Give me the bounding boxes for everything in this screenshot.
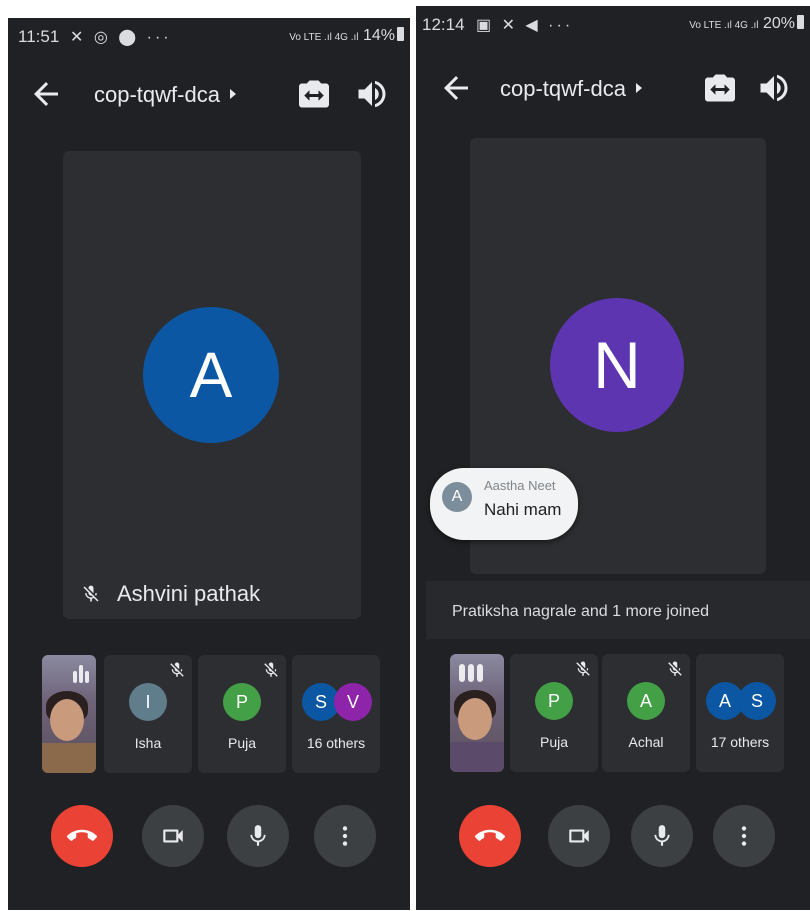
notification-icons: ✕ ◎ ⬤ ··· xyxy=(70,29,172,46)
meeting-code: cop-tqwf-dca xyxy=(94,82,220,107)
audio-level-icon xyxy=(73,665,89,683)
participant-avatar: V xyxy=(334,683,372,721)
self-video-body xyxy=(42,743,96,773)
status-bar: 11:51 ✕ ◎ ⬤ ··· Vo LTE .ıl 4G .ıl 14% xyxy=(8,18,410,58)
back-arrow-icon[interactable] xyxy=(28,76,64,112)
participant-tile[interactable]: I Isha xyxy=(104,655,192,773)
meeting-code: cop-tqwf-dca xyxy=(500,76,626,101)
others-count: 16 others xyxy=(306,735,366,751)
join-notification: Pratiksha nagrale and 1 more joined xyxy=(426,581,810,639)
mic-off-icon xyxy=(264,662,278,677)
battery-level: 14% xyxy=(362,27,395,44)
battery-icon xyxy=(797,15,804,29)
participant-avatar: S xyxy=(738,682,776,720)
self-video-body xyxy=(450,742,504,772)
participant-avatar: P xyxy=(535,682,573,720)
participant-tile[interactable]: A Achal xyxy=(602,654,690,772)
avatar-initial: N xyxy=(593,328,641,402)
participant-tile[interactable]: P Puja xyxy=(510,654,598,772)
battery-level: 20% xyxy=(762,15,795,32)
end-call-button[interactable] xyxy=(459,805,521,867)
mic-off-icon xyxy=(170,662,184,677)
more-vert-icon xyxy=(342,826,348,846)
phone-hangup-icon xyxy=(475,829,505,841)
others-count: 17 others xyxy=(710,734,770,750)
participant-tile[interactable]: P Puja xyxy=(198,655,286,773)
chat-message-text: Nahi mam xyxy=(484,500,562,519)
battery-icon xyxy=(397,27,404,41)
right-phone-screen: 12:14 ▣ ✕ ◀ ··· Vo LTE .ıl 4G .ıl 20% co… xyxy=(416,6,810,910)
avatar-initial: S xyxy=(750,690,763,711)
self-video-tile[interactable] xyxy=(42,655,96,773)
participant-avatar: I xyxy=(129,683,167,721)
signal-icon: Vo LTE .ıl 4G .ıl xyxy=(289,32,359,43)
microphone-button[interactable] xyxy=(631,805,693,867)
avatar-initial: A xyxy=(639,690,652,711)
camera-button[interactable] xyxy=(548,805,610,867)
status-bar: 12:14 ▣ ✕ ◀ ··· Vo LTE .ıl 4G .ıl 20% xyxy=(416,6,810,46)
more-options-button[interactable] xyxy=(314,805,376,867)
switch-camera-icon[interactable] xyxy=(296,76,332,112)
avatar-initial: P xyxy=(235,691,248,712)
participant-avatar: A xyxy=(627,682,665,720)
self-video-tile[interactable] xyxy=(450,654,504,772)
video-camera-icon xyxy=(569,829,589,843)
join-notification-text: Pratiksha nagrale and 1 more joined xyxy=(452,603,710,620)
meeting-title[interactable]: cop-tqwf-dca xyxy=(500,76,642,102)
participant-name: Isha xyxy=(134,735,162,751)
avatar-initial: A xyxy=(189,339,233,411)
status-indicators: Vo LTE .ıl 4G .ıl 14% xyxy=(289,27,404,45)
switch-camera-icon[interactable] xyxy=(702,70,738,106)
phone-hangup-icon xyxy=(67,829,97,841)
video-camera-icon xyxy=(163,829,183,843)
participant-name: Puja xyxy=(539,734,569,750)
chat-sender-name: Aastha Neet xyxy=(484,478,556,493)
more-vert-icon xyxy=(741,826,747,846)
end-call-button[interactable] xyxy=(51,805,113,867)
participant-name: Puja xyxy=(227,735,257,751)
avatar-initial: P xyxy=(547,690,560,711)
chat-sender-avatar: A xyxy=(442,482,472,512)
speaker-icon[interactable] xyxy=(354,76,390,112)
back-arrow-icon[interactable] xyxy=(438,70,474,106)
audio-level-icon xyxy=(459,664,483,682)
speaker-icon[interactable] xyxy=(756,70,792,106)
microphone-button[interactable] xyxy=(227,805,289,867)
participant-avatar: A xyxy=(143,307,279,443)
mic-off-icon xyxy=(83,585,99,602)
others-tile[interactable]: A S 17 others xyxy=(696,654,784,772)
microphone-icon xyxy=(250,825,266,846)
status-time: 12:14 xyxy=(422,15,465,34)
avatar-initial: V xyxy=(346,691,359,712)
participant-name: Ashvini pathak xyxy=(117,581,261,606)
microphone-icon xyxy=(654,825,670,846)
mic-off-icon xyxy=(576,661,590,676)
participant-name-bar: Ashvini pathak xyxy=(81,581,260,607)
self-video-face xyxy=(50,699,84,741)
avatar-initial: A xyxy=(451,488,463,505)
avatar-initial: A xyxy=(718,690,731,711)
main-video-stage: A Ashvini pathak xyxy=(63,151,361,619)
participant-name: Achal xyxy=(628,734,664,750)
self-video-face xyxy=(458,698,492,740)
chat-message-bubble[interactable]: A Aastha Neet Nahi mam xyxy=(430,468,578,540)
app-bar: cop-tqwf-dca xyxy=(416,64,810,112)
status-time: 11:51 xyxy=(18,27,60,46)
camera-button[interactable] xyxy=(142,805,204,867)
others-tile[interactable]: S V 16 others xyxy=(292,655,380,773)
avatar-initial: I xyxy=(145,691,151,712)
notification-icons: ▣ ✕ ◀ ··· xyxy=(476,17,574,34)
app-bar: cop-tqwf-dca xyxy=(8,70,410,118)
avatar-initial: S xyxy=(314,691,327,712)
more-options-button[interactable] xyxy=(713,805,775,867)
mic-off-icon xyxy=(668,661,682,676)
meeting-title[interactable]: cop-tqwf-dca xyxy=(94,82,236,108)
left-phone-screen: 11:51 ✕ ◎ ⬤ ··· Vo LTE .ıl 4G .ıl 14% co… xyxy=(8,18,410,910)
status-indicators: Vo LTE .ıl 4G .ıl 20% xyxy=(689,15,804,33)
participant-avatar: N xyxy=(550,298,684,432)
chevron-right-icon xyxy=(635,83,642,93)
participant-avatar: P xyxy=(223,683,261,721)
signal-icon: Vo LTE .ıl 4G .ıl xyxy=(689,20,759,31)
chevron-right-icon xyxy=(229,89,236,99)
